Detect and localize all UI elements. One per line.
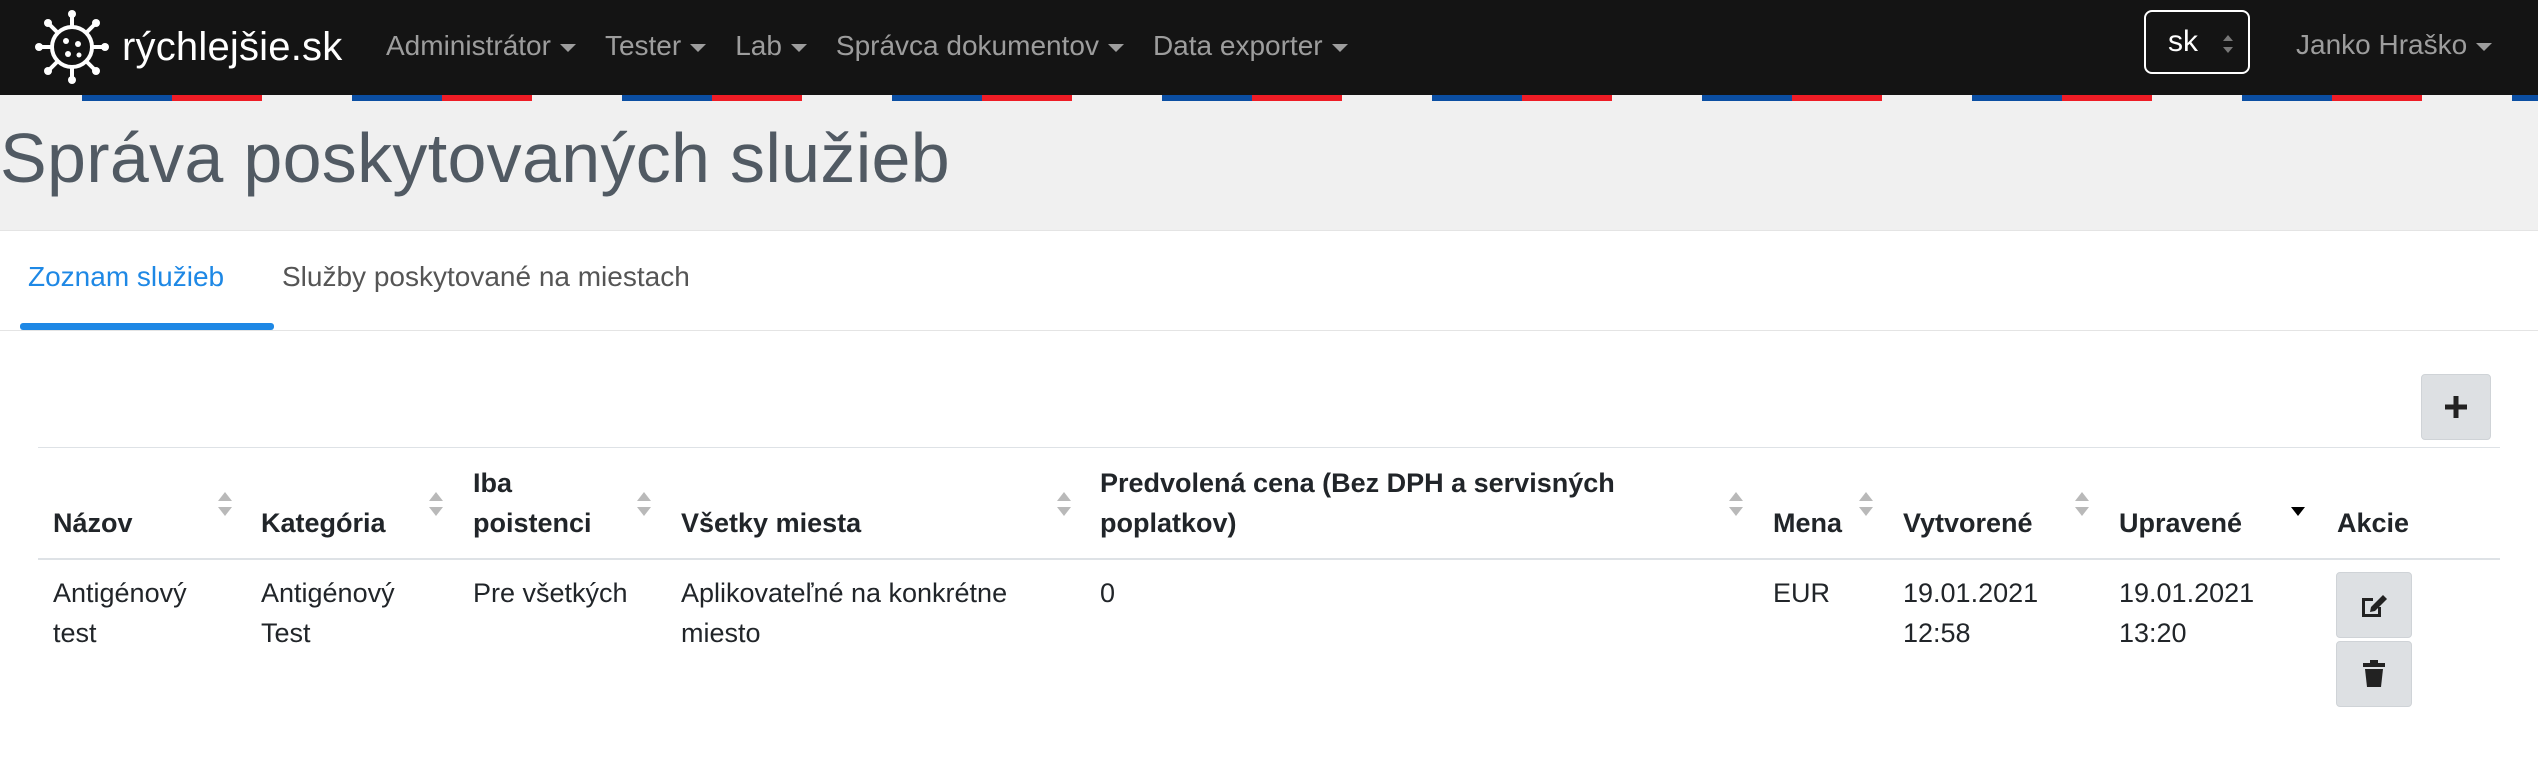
sort-icon[interactable] [216,489,234,519]
virus-logo-icon [35,10,109,84]
column-header-created[interactable]: Vytvorené [1903,503,2033,543]
nav-item-lab[interactable]: Lab [735,30,807,62]
trash-icon [2363,660,2385,687]
cell-insured-only: Pre všetkých [473,573,628,613]
brand[interactable]: rýchlejšie.sk [34,6,342,88]
cell-category: Antigénový Test [261,573,395,653]
column-header-line2: Všetky miesta [681,508,862,538]
select-arrows-icon [2223,35,2233,53]
delete-button[interactable] [2336,641,2412,707]
cell-text: Antigénový [53,578,187,608]
brand-name: rýchlejšie.sk [122,24,343,69]
cell-text: Aplikovateľné na konkrétne [681,578,1008,608]
column-header-line2: Kategória [261,508,386,538]
column-header-actions: Akcie [2337,503,2409,543]
nav-item-data-exporter[interactable]: Data exporter [1153,30,1348,62]
caret-down-icon [1107,43,1124,52]
caret-down-icon [790,43,807,52]
sort-desc-icon[interactable] [2289,489,2307,519]
sort-icon[interactable] [427,489,445,519]
cell-text: Antigénový [261,578,395,608]
nav-item-document-manager[interactable]: Správca dokumentov [836,30,1124,62]
cell-text: 19.01.2021 [1903,578,2039,608]
column-header-updated[interactable]: Upravené [2119,503,2242,543]
tab-service-list[interactable]: Zoznam služieb [28,261,224,293]
column-header-line1: Predvolená cena (Bez DPH a servisných [1100,468,1615,498]
nav-item-label: Data exporter [1152,30,1323,61]
cell-text: EUR [1773,578,1831,608]
column-header-line2: poplatkov) [1100,508,1237,538]
sort-icon[interactable] [1857,489,1875,519]
cell-text: test [53,618,97,648]
language-select[interactable]: sk [2144,10,2250,74]
active-tab-indicator [20,323,274,330]
nav-item-administrator[interactable]: Administrátor [386,30,576,62]
cell-text: miesto [681,618,761,648]
caret-down-icon [559,43,576,52]
column-header-name[interactable]: Názov [53,503,133,543]
column-header-line2: poistenci [473,508,592,538]
column-header-default-price[interactable]: Predvolená cena (Bez DPH a servisných po… [1100,463,1615,543]
sort-icon[interactable] [1055,489,1073,519]
services-card: Zoznam služieb Služby poskytované na mie… [0,230,2538,771]
cell-text: 0 [1100,578,1116,608]
cell-currency: EUR [1773,573,1830,613]
column-header-line2: Upravené [2119,508,2243,538]
column-header-line2: Názov [53,508,133,538]
column-header-insured-only[interactable]: Iba poistenci [473,463,592,543]
cell-text: 12:58 [1903,618,1971,648]
cell-text: 19.01.2021 [2119,578,2255,608]
nav-item-label: Administrátor [386,30,551,61]
column-header-line2: Vytvorené [1903,508,2033,538]
nav-item-tester[interactable]: Tester [604,30,707,62]
caret-down-icon [1331,43,1348,52]
top-navbar: rýchlejšie.sk Administrátor Tester Lab S… [0,0,2538,95]
flag-stripes [0,95,2538,101]
column-header-all-places[interactable]: Všetky miesta [681,503,861,543]
user-menu[interactable]: Janko Hraško [2296,0,2493,90]
column-header-line2: Akcie [2337,508,2410,538]
plus-icon [2445,396,2467,418]
nav-item-label: Tester [604,30,682,61]
cell-text: 13:20 [2119,618,2187,648]
nav-item-label: Lab [735,30,782,61]
cell-all-places: Aplikovateľné na konkrétne miesto [681,573,1007,653]
table-header-border [38,558,2500,560]
caret-down-icon [690,43,707,52]
column-header-currency[interactable]: Mena [1773,503,1842,543]
page-title: Správa poskytovaných služieb [0,119,951,197]
sort-icon[interactable] [1727,489,1745,519]
nav-item-label: Správca dokumentov [835,30,1099,61]
sort-icon[interactable] [635,489,653,519]
tab-services-at-places[interactable]: Služby poskytované na miestach [282,261,690,293]
edit-icon [2362,595,2387,617]
cell-updated: 19.01.2021 13:20 [2119,573,2254,653]
edit-button[interactable] [2336,572,2412,638]
table-top-border [38,447,2500,448]
tabs-divider [0,330,2538,331]
cell-text: Pre všetkých [473,578,628,608]
cell-name: Antigénový test [53,573,187,653]
language-value: sk [2168,25,2198,58]
cell-text: Test [261,618,311,648]
caret-down-icon [2476,42,2493,51]
cell-default-price: 0 [1100,573,1115,613]
user-name: Janko Hraško [2296,29,2468,60]
sort-icon[interactable] [2073,489,2091,519]
cell-created: 19.01.2021 12:58 [1903,573,2038,653]
main-menu: Administrátor Tester Lab Správca dokumen… [386,0,1377,92]
column-header-category[interactable]: Kategória [261,503,386,543]
add-service-button[interactable] [2421,374,2491,440]
column-header-line1: Iba [473,468,513,498]
column-header-line2: Mena [1773,508,1843,538]
